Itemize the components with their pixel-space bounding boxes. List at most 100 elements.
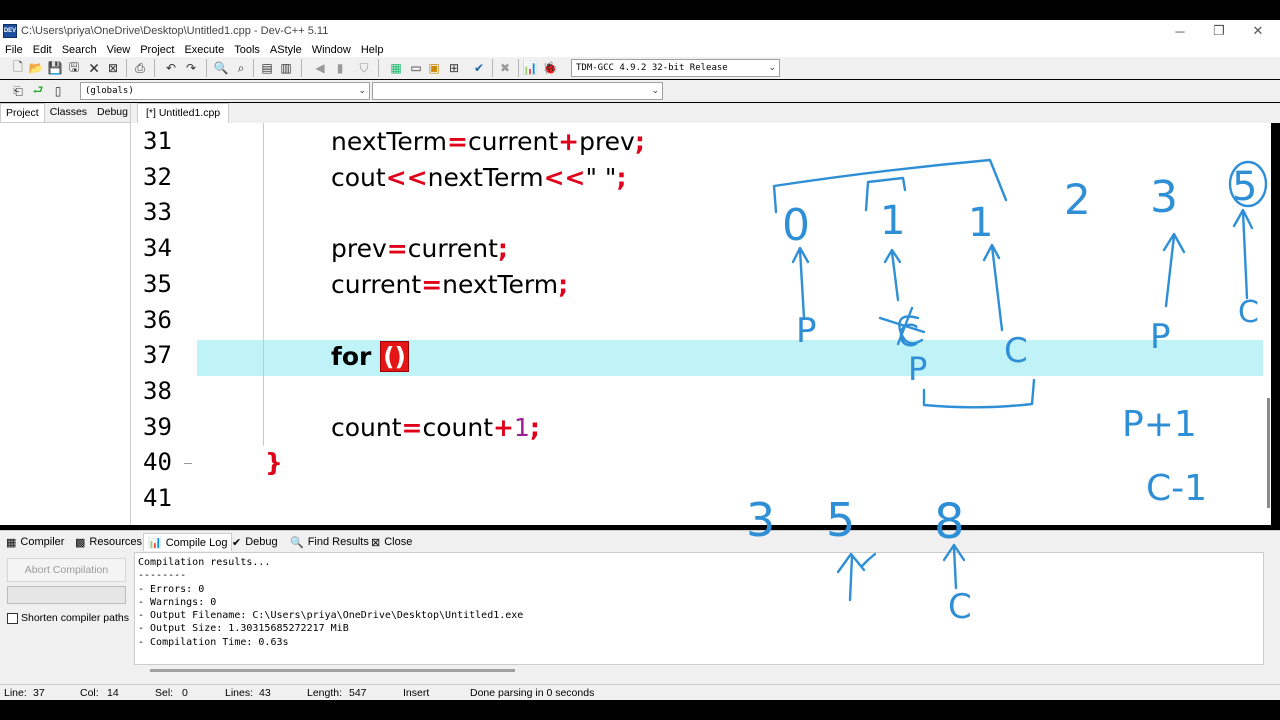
indent-icon[interactable]: ▤ bbox=[259, 60, 275, 76]
find-icon[interactable]: 🔍 bbox=[213, 60, 229, 76]
syntax-check-icon[interactable]: ✔ bbox=[471, 60, 487, 76]
restore-icon[interactable]: ❐ bbox=[1199, 20, 1239, 42]
run-icon[interactable]: ▭ bbox=[408, 60, 424, 76]
undo-icon[interactable]: ↶ bbox=[163, 60, 179, 76]
code-token: current bbox=[407, 234, 498, 264]
tab-find-results-label: Find Results bbox=[307, 536, 369, 548]
stop-execution-icon[interactable]: ✖ bbox=[497, 60, 513, 76]
menu-help[interactable]: Help bbox=[356, 44, 389, 56]
tab-compile-log[interactable]: 📊 Compile Log bbox=[143, 533, 233, 551]
toggle-bookmark-icon[interactable]: ▮ bbox=[332, 60, 348, 76]
code-token: cout bbox=[331, 162, 386, 192]
code-token: + bbox=[558, 127, 580, 156]
resources-icon: ▩ bbox=[75, 536, 86, 549]
close-window-icon[interactable]: ✕ bbox=[1238, 20, 1278, 42]
shorten-paths-checkbox[interactable]: Shorten compiler paths bbox=[7, 612, 129, 624]
menu-search[interactable]: Search bbox=[57, 44, 102, 56]
code-line: nextTerm=current+prev; bbox=[331, 127, 645, 156]
compile-progress-bar bbox=[7, 586, 126, 604]
redo-icon[interactable]: ↷ bbox=[183, 60, 199, 76]
status-sel-label: Sel: bbox=[155, 687, 174, 699]
tab-debug[interactable]: Debug bbox=[92, 103, 133, 122]
globals-select[interactable]: (globals) ⌄ bbox=[80, 82, 370, 100]
unindent-icon[interactable]: ▥ bbox=[278, 60, 294, 76]
tab-find-results[interactable]: 🔍 Find Results bbox=[290, 533, 369, 551]
tab-project[interactable]: Project bbox=[0, 103, 45, 122]
bookmark-icon[interactable]: ⛉ bbox=[356, 60, 372, 76]
horizontal-scrollbar[interactable] bbox=[150, 669, 515, 672]
checkbox-box[interactable] bbox=[7, 612, 18, 624]
tab-untitled1-cpp[interactable]: [*] Untitled1.cpp bbox=[137, 103, 230, 123]
code-token: prev bbox=[579, 127, 635, 156]
compile-log-text[interactable]: Compilation results... -------- - Errors… bbox=[134, 552, 1264, 665]
close-file-icon[interactable]: 🗙 bbox=[86, 60, 102, 76]
status-lines-value: 43 bbox=[259, 687, 271, 699]
compiler-select[interactable]: TDM-GCC 4.9.2 32-bit Release ⌄ bbox=[571, 59, 780, 77]
line-number: 39 bbox=[143, 412, 172, 441]
status-sel-value: 0 bbox=[182, 687, 188, 699]
minimize-icon[interactable]: ─ bbox=[1160, 20, 1200, 42]
menu-bar: File Edit Search View Project Execute To… bbox=[0, 42, 1280, 57]
menu-file[interactable]: File bbox=[0, 44, 28, 56]
vertical-scrollbar[interactable] bbox=[1267, 398, 1270, 508]
compile-log-panel: Abort Compilation Shorten compiler paths… bbox=[0, 552, 1280, 685]
goto-declaration-icon[interactable]: ⮐ bbox=[30, 83, 46, 99]
chevron-down-icon: ⌄ bbox=[358, 86, 366, 96]
dev-cpp-app-icon[interactable]: DEV bbox=[3, 24, 17, 38]
menu-window[interactable]: Window bbox=[307, 44, 356, 56]
tab-classes[interactable]: Classes bbox=[45, 103, 92, 122]
line-number: 41 bbox=[143, 484, 172, 512]
bottom-tab-bar: ▦ Compiler ▩ Resources 📊 Compile Log ✔ Debug… bbox=[0, 530, 1280, 552]
debug-icon[interactable]: 🐞 bbox=[542, 60, 558, 76]
members-select[interactable]: ⌄ bbox=[372, 82, 663, 100]
replace-icon[interactable]: ⌕ bbox=[233, 60, 249, 76]
insert-icon[interactable]: ⎗ bbox=[10, 83, 26, 99]
line-number: 40 bbox=[143, 448, 172, 477]
rebuild-all-icon[interactable]: ⊞ bbox=[446, 60, 462, 76]
code-token: = bbox=[401, 412, 423, 442]
abort-compilation-button[interactable]: Abort Compilation bbox=[7, 558, 126, 582]
window-title: C:\Users\priya\OneDrive\Desktop\Untitled… bbox=[21, 25, 329, 37]
code-token: 1 bbox=[514, 412, 530, 442]
open-file-icon[interactable]: 📂 bbox=[28, 60, 44, 76]
code-token: count bbox=[422, 412, 494, 442]
save-icon[interactable]: 💾 bbox=[47, 60, 63, 76]
line-number: 38 bbox=[143, 376, 172, 405]
project-panel: Project Classes Debug bbox=[0, 103, 131, 525]
line-number-gutter: 31 32 33 34 35 36 37 38 39 40 41 bbox=[131, 123, 183, 525]
new-file-icon[interactable]: 🗋 bbox=[10, 60, 26, 76]
menu-project[interactable]: Project bbox=[135, 44, 179, 56]
code-token: = bbox=[386, 234, 408, 264]
code-token: nextTerm bbox=[331, 127, 447, 156]
code-line: count=count+1; bbox=[331, 413, 540, 442]
tab-resources[interactable]: ▩ Resources bbox=[75, 533, 142, 551]
fold-marker bbox=[184, 463, 192, 464]
profile-icon[interactable]: 📊 bbox=[522, 60, 538, 76]
title-bar: DEV C:\Users\priya\OneDrive\Desktop\Unti… bbox=[0, 20, 1280, 42]
code-token: nextTerm bbox=[427, 162, 544, 192]
tab-compiler-label: Compiler bbox=[20, 536, 65, 548]
code-line: cout<<nextTerm<<" "; bbox=[331, 163, 626, 192]
code-token: ; bbox=[529, 412, 540, 442]
menu-execute[interactable]: Execute bbox=[179, 44, 229, 56]
code-token: ; bbox=[634, 127, 645, 156]
goto-definition-icon[interactable]: ▯ bbox=[50, 83, 66, 99]
tab-close[interactable]: ⊠ Close bbox=[371, 533, 412, 551]
menu-tools[interactable]: Tools bbox=[229, 44, 265, 56]
compile-run-icon[interactable]: ▣ bbox=[426, 60, 442, 76]
close-all-icon[interactable]: ⊠ bbox=[105, 60, 121, 76]
for-parens-highlight: () bbox=[380, 341, 409, 373]
status-lines-label: Lines: bbox=[225, 687, 254, 699]
tab-debug-bottom[interactable]: ✔ Debug bbox=[232, 533, 278, 551]
code-token: + bbox=[493, 412, 514, 442]
status-col-label: Col: bbox=[80, 687, 99, 699]
save-all-icon[interactable]: 🖫 bbox=[66, 60, 82, 76]
menu-edit[interactable]: Edit bbox=[28, 44, 57, 56]
print-icon[interactable]: ⎙ bbox=[132, 60, 148, 76]
compile-icon[interactable]: ▦ bbox=[388, 60, 404, 76]
menu-view[interactable]: View bbox=[102, 44, 136, 56]
goto-icon[interactable]: ◀ bbox=[312, 60, 328, 76]
code-editor[interactable]: 31 32 33 34 35 36 37 38 39 40 41 nextTerm=current+… bbox=[131, 123, 1271, 525]
menu-astyle[interactable]: AStyle bbox=[265, 44, 307, 56]
tab-compiler[interactable]: ▦ Compiler bbox=[6, 533, 64, 551]
